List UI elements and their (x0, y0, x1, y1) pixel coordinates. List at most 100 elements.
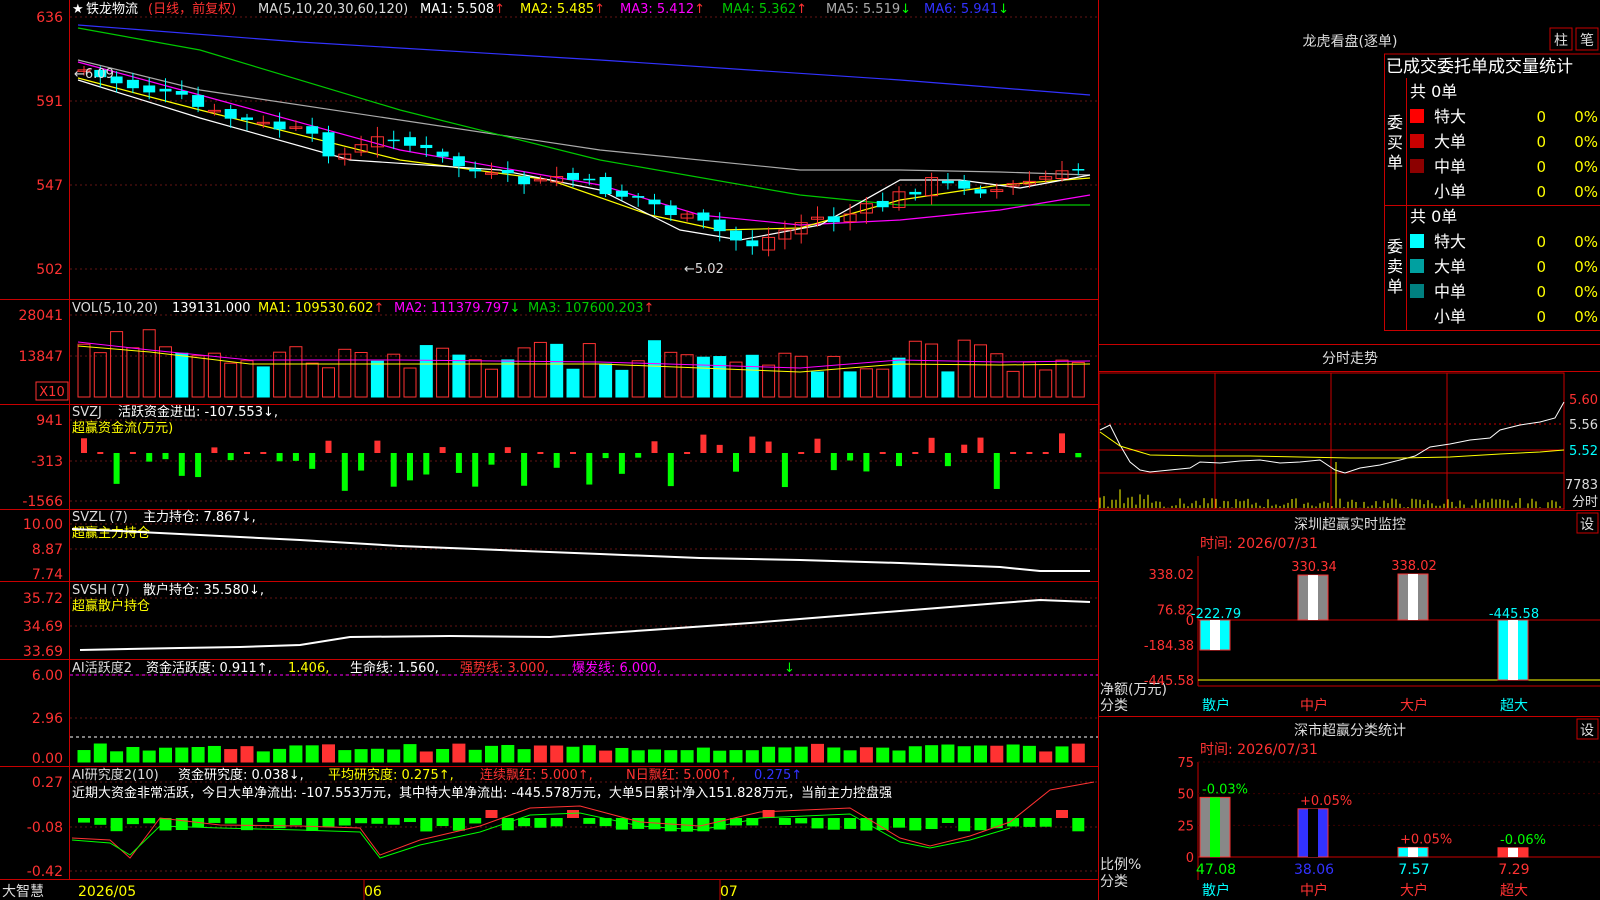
candle-down (224, 109, 237, 119)
monitor-ylabel2: 分类 (1100, 698, 1128, 714)
svzj-bar-flat (260, 452, 267, 454)
svzj-bar-positive (961, 444, 968, 453)
volume-bar (354, 352, 368, 398)
volume-bar (1006, 370, 1020, 398)
volume-bar (501, 359, 515, 398)
classify-bar-highlight (1210, 797, 1220, 857)
svzj-bar-negative (602, 453, 609, 459)
volume-bar (925, 343, 939, 398)
svzj-bar-negative (227, 453, 234, 461)
svzj-bar-positive (814, 438, 821, 453)
intraday-title: 分时走势 (1322, 351, 1378, 367)
sell-row-percent: 0% (1574, 308, 1598, 326)
ai2-bar-negative (355, 818, 368, 824)
volume-bar (648, 340, 661, 398)
svzj-bar-positive (977, 437, 984, 453)
volume-bar (664, 351, 678, 398)
buy-row-label: 大单 (1434, 132, 1466, 151)
svsh-title: SVSH (7) (72, 583, 130, 598)
ai1-bar (93, 743, 107, 763)
ai2-bar-negative (518, 818, 531, 827)
classify-time: 时间: 2026/07/31 (1200, 742, 1318, 758)
ai1-header: AI活跃度2 资金活跃度: 0.911↑, 1.406, 生命线: 1.560,… (72, 660, 795, 676)
svsh-line1: 散户持仓: 35.580↓, (143, 582, 264, 598)
ai2-ytick: -0.08 (27, 820, 63, 836)
svzj-bar-negative (733, 453, 739, 472)
candle-down (241, 117, 253, 120)
ma-lines (77, 24, 1091, 241)
classify-change-label: +0.05% (1400, 832, 1452, 847)
ai1-bar (533, 745, 547, 763)
ai2-bar-negative (469, 818, 482, 824)
classify-value-label: 38.06 (1294, 862, 1334, 878)
svzj-bar-negative (944, 453, 951, 467)
svzl-ytick: 8.87 (32, 542, 63, 558)
ai2-bar-negative (78, 818, 90, 823)
main-grid (70, 16, 1098, 872)
svzj-bar-negative (553, 453, 560, 468)
ai1-bar (648, 749, 661, 763)
candle-down (909, 191, 922, 195)
ai1-bar (778, 747, 792, 763)
candle-down (664, 205, 677, 216)
svzj-bar-negative (195, 453, 202, 478)
svzj-bar-negative (635, 453, 642, 458)
candle-down (1072, 169, 1085, 171)
volume-bar (990, 353, 1004, 398)
svzj-bar-negative (586, 453, 593, 485)
tick-mode-label[interactable]: 笔 (1580, 33, 1594, 49)
ai1-bar (110, 751, 124, 763)
ai2-bar-negative (224, 818, 237, 824)
ai1-arrow-icon: ↓ (784, 661, 795, 676)
volume-bar (273, 351, 287, 398)
intraday-ytick: 5.52 (1569, 444, 1598, 459)
svsh-line (79, 598, 1091, 651)
candle-down (518, 176, 531, 185)
ai1-bar (175, 747, 189, 763)
ai2-bar-negative (534, 818, 547, 828)
svzj-bar-positive (374, 440, 381, 453)
classify-ytick: 0 (1186, 851, 1194, 866)
intraday-price-line (1099, 401, 1565, 474)
svzj-bar-negative (667, 453, 674, 487)
volume-bar (615, 369, 629, 398)
sell-row-label: 小单 (1434, 307, 1466, 326)
candle-down (452, 156, 465, 167)
ai1-bar (338, 750, 352, 763)
candle-down (175, 91, 188, 95)
bar-mode-label[interactable]: 柱 (1554, 33, 1568, 49)
volume-bar (762, 364, 776, 398)
volume-bar (582, 343, 596, 398)
low-price-label: ←5.02 (684, 262, 724, 277)
ma-value-3: MA3: 5.412↑ (620, 2, 705, 17)
ai2-bar-negative (338, 818, 351, 826)
candle-down (697, 212, 710, 221)
svzj-bar-positive (716, 444, 723, 453)
svzj-bar-negative (146, 453, 153, 462)
volume-bar (713, 356, 727, 398)
buy-row-label: 特大 (1434, 107, 1466, 126)
ai1-bar (876, 747, 890, 763)
monitor-ytick: 338.02 (1149, 568, 1195, 583)
ai1-bar (403, 744, 417, 763)
ai1-bar (729, 750, 743, 763)
svzj-bar-negative (521, 453, 528, 486)
ai1-burst: 爆发线: 6.000, (572, 660, 661, 676)
svzj-bar-positive (651, 441, 658, 453)
ai1-bar (811, 743, 824, 763)
sell-side-label: 单 (1387, 277, 1403, 296)
monitor-settings-label[interactable]: 设 (1580, 517, 1594, 533)
monitor-ytick: -445.58 (1144, 674, 1194, 689)
svzj-bar-negative (472, 453, 479, 487)
vol-ma-line (77, 345, 1091, 373)
svsh-ytick: 33.69 (23, 644, 63, 660)
ai2-ytick: 0.27 (32, 775, 63, 791)
svzj-bar-negative (830, 453, 837, 471)
sell-side-label: 卖 (1387, 257, 1403, 276)
candle-down (958, 180, 971, 189)
classify-settings-label[interactable]: 设 (1580, 723, 1594, 739)
x-tick: 07 (720, 884, 738, 900)
ai2-bar-negative (1039, 818, 1052, 827)
candle-down (713, 219, 726, 232)
ai2-bar-negative (893, 818, 905, 828)
